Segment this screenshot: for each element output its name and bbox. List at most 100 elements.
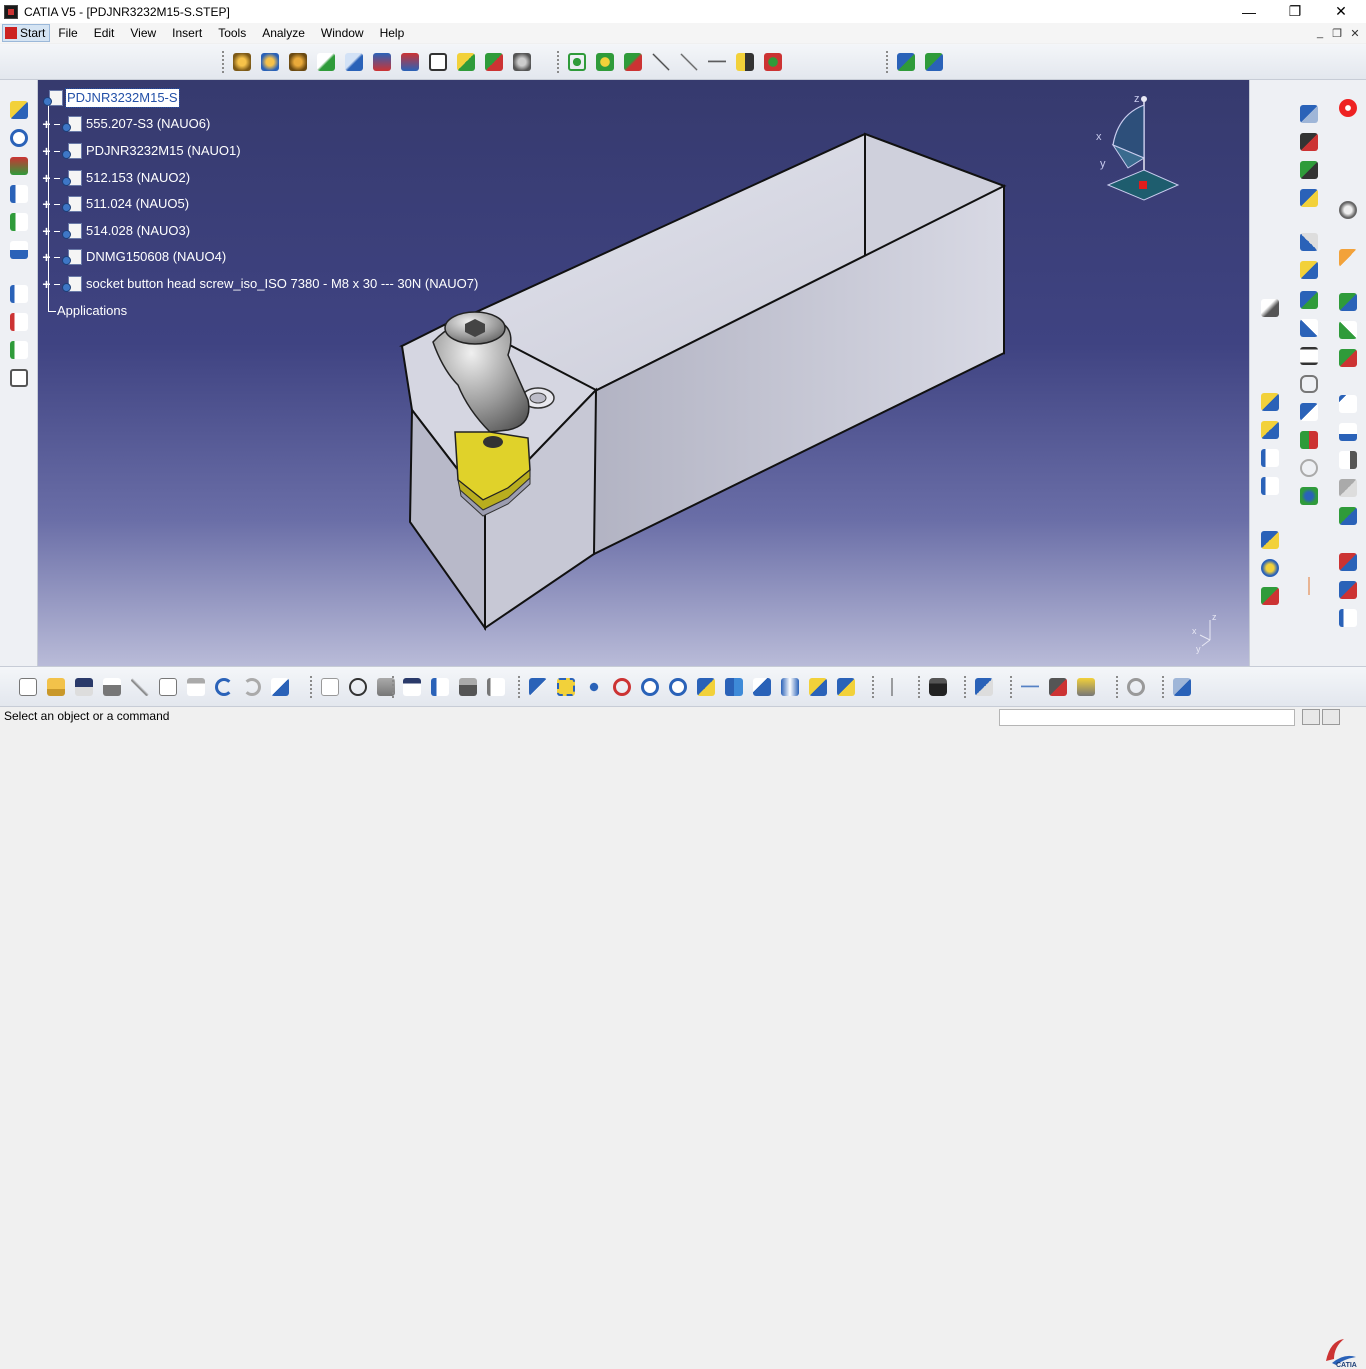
- explode-icon[interactable]: [649, 50, 673, 74]
- menu-analyze[interactable]: Analyze: [254, 23, 313, 43]
- isometric-view-icon[interactable]: [750, 675, 774, 699]
- formula-icon[interactable]: [318, 675, 342, 699]
- toolbar-grip[interactable]: [1116, 676, 1119, 698]
- doc-restore-button[interactable]: ❐: [1327, 25, 1347, 41]
- toolbar-grip[interactable]: [964, 676, 967, 698]
- fly-mode-icon[interactable]: [526, 675, 550, 699]
- hierarchy-icon[interactable]: [7, 210, 31, 234]
- menu-insert[interactable]: Insert: [164, 23, 210, 43]
- offset-constraint-icon[interactable]: [761, 50, 785, 74]
- flag-note-icon[interactable]: [1336, 448, 1360, 472]
- axis-system-icon[interactable]: [880, 675, 904, 699]
- gear-options-icon[interactable]: [510, 50, 534, 74]
- expand-icon[interactable]: +: [41, 171, 52, 185]
- toolbar-grip[interactable]: [222, 51, 225, 73]
- text-icon[interactable]: [426, 50, 450, 74]
- material-icon[interactable]: [1258, 556, 1282, 580]
- cut-icon[interactable]: [128, 675, 152, 699]
- tree-item[interactable]: + DNMG150608 (NAUO4): [41, 247, 227, 267]
- close-button[interactable]: ✕: [1318, 0, 1364, 23]
- paste-icon[interactable]: [184, 675, 208, 699]
- expand-icon[interactable]: +: [41, 277, 52, 291]
- catalog-icon[interactable]: [7, 154, 31, 178]
- clip-icon[interactable]: [1297, 372, 1321, 396]
- graph-icon[interactable]: [7, 238, 31, 262]
- sectioning-icon[interactable]: [1297, 230, 1321, 254]
- toolbar-grip[interactable]: [518, 676, 521, 698]
- save-icon[interactable]: [72, 675, 96, 699]
- measure-icon[interactable]: [1297, 158, 1321, 182]
- publish-icon[interactable]: [1336, 578, 1360, 602]
- select-cursor-icon[interactable]: [1336, 246, 1360, 270]
- reorder-icon[interactable]: [370, 50, 394, 74]
- status-options-button[interactable]: [1322, 709, 1340, 725]
- smart-move-icon[interactable]: [621, 50, 645, 74]
- hide-show-icon[interactable]: [806, 675, 830, 699]
- list-icon[interactable]: [7, 310, 31, 334]
- annotation-icon[interactable]: [1336, 290, 1360, 314]
- layer-icon[interactable]: [1170, 675, 1194, 699]
- open-folder-icon[interactable]: [44, 675, 68, 699]
- offset-icon[interactable]: [1297, 344, 1321, 368]
- equation-icon[interactable]: [1336, 606, 1360, 630]
- redo-icon[interactable]: [240, 675, 264, 699]
- zoom-in-icon[interactable]: [638, 675, 662, 699]
- tree-item-label[interactable]: 555.207-S3 (NAUO6): [85, 115, 211, 133]
- flexible-icon[interactable]: [1297, 428, 1321, 452]
- distance-icon[interactable]: [1297, 288, 1321, 312]
- spin-icon[interactable]: [1124, 675, 1148, 699]
- tree-item-label[interactable]: 512.153 (NAUO2): [85, 169, 191, 187]
- tree-item[interactable]: + socket button head screw_iso_ISO 7380 …: [41, 274, 479, 294]
- menu-window[interactable]: Window: [313, 23, 372, 43]
- lock-icon[interactable]: [456, 675, 480, 699]
- scene-icon[interactable]: [1258, 390, 1282, 414]
- tree-item[interactable]: + 555.207-S3 (NAUO6): [41, 114, 211, 134]
- status-stop-button[interactable]: [1302, 709, 1320, 725]
- bom-icon[interactable]: [7, 282, 31, 306]
- datum-icon[interactable]: [1336, 346, 1360, 370]
- tree-item[interactable]: + PDJNR3232M15 (NAUO1): [41, 141, 242, 161]
- tree-item-label[interactable]: socket button head screw_iso_ISO 7380 - …: [85, 275, 479, 293]
- toolbar-grip[interactable]: [886, 51, 889, 73]
- 3d-viewport[interactable]: z x y z x y PDJNR3232M15-S + 555.207-S3 …: [38, 80, 1249, 666]
- measure-between-icon[interactable]: [1018, 675, 1042, 699]
- brace-icon[interactable]: [484, 675, 508, 699]
- rotate-view-icon[interactable]: [610, 675, 634, 699]
- whats-this-icon[interactable]: [268, 675, 292, 699]
- swap-space-icon[interactable]: [834, 675, 858, 699]
- surface-icon[interactable]: [1336, 504, 1360, 528]
- camera-icon[interactable]: [926, 675, 950, 699]
- toolbar-grip[interactable]: [310, 676, 313, 698]
- normal-view-icon[interactable]: [694, 675, 718, 699]
- structure-icon[interactable]: [7, 182, 31, 206]
- render-icon[interactable]: [1258, 528, 1282, 552]
- numbering-icon[interactable]: [398, 50, 422, 74]
- catalog-browser-icon[interactable]: [1258, 418, 1282, 442]
- power-input-field[interactable]: [999, 709, 1295, 726]
- tree-item[interactable]: + 512.153 (NAUO2): [41, 168, 191, 188]
- new-file-icon[interactable]: [16, 675, 40, 699]
- expand-icon[interactable]: +: [41, 197, 52, 211]
- expand-icon[interactable]: +: [41, 250, 52, 264]
- bill-of-material-icon[interactable]: [1258, 446, 1282, 470]
- toolbar-grip[interactable]: [872, 676, 875, 698]
- multi-view-icon[interactable]: [722, 675, 746, 699]
- tree-root-label[interactable]: PDJNR3232M15-S: [65, 88, 180, 108]
- tree-root[interactable]: PDJNR3232M15-S: [42, 88, 180, 108]
- gears-icon[interactable]: [1336, 198, 1360, 222]
- applications-label[interactable]: Applications: [56, 302, 128, 320]
- tree-item-label[interactable]: 511.024 (NAUO5): [85, 195, 190, 213]
- import-icon[interactable]: [314, 50, 338, 74]
- assembly-design-icon[interactable]: [1297, 130, 1321, 154]
- pan-icon[interactable]: [582, 675, 606, 699]
- update-all-icon[interactable]: [922, 50, 946, 74]
- generate-numbering-icon[interactable]: [7, 338, 31, 362]
- constraint-icon[interactable]: [1336, 476, 1360, 500]
- minimize-button[interactable]: —: [1226, 0, 1272, 23]
- fit-all-icon[interactable]: [554, 675, 578, 699]
- start-menu[interactable]: Start: [2, 24, 51, 42]
- toolbar-grip[interactable]: [392, 676, 395, 698]
- frame-icon[interactable]: [1297, 400, 1321, 424]
- measure-inertia-icon[interactable]: [1074, 675, 1098, 699]
- analysis-icon[interactable]: [1297, 186, 1321, 210]
